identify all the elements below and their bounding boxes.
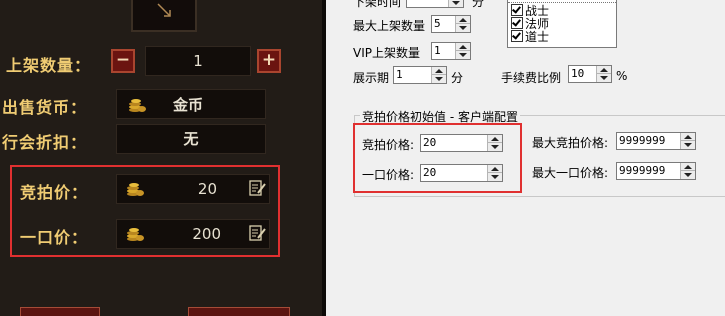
max-buyout-price-spinner[interactable]: 9999999 <box>616 162 696 180</box>
item-slot[interactable] <box>131 0 197 32</box>
spinner-arrows[interactable] <box>596 66 611 82</box>
vip-listings-spinner[interactable]: 1 <box>431 42 471 60</box>
spinner-arrows[interactable] <box>455 16 470 32</box>
currency-value: 金币 <box>173 96 204 114</box>
spinner-arrows[interactable] <box>431 67 446 83</box>
delist-time-unit: 分 <box>472 0 485 9</box>
currency-select[interactable]: 金币 <box>116 89 266 119</box>
spinner-arrows[interactable] <box>455 43 470 59</box>
game-auction-panel: 上架数量： − 1 + 出售货币： 金币 行会折扣： 无 竞拍价： 20 一口价… <box>0 0 326 316</box>
display-period-label: 展示期 <box>353 71 390 85</box>
edit-icon[interactable] <box>249 224 267 242</box>
bottom-button-right[interactable] <box>188 307 290 316</box>
buyout-price-spinner[interactable]: 20 <box>420 164 503 182</box>
quantity-label: 上架数量： <box>6 56 92 75</box>
spinner-arrows[interactable] <box>487 135 502 151</box>
coin-icon <box>127 183 144 196</box>
edit-icon[interactable] <box>249 179 267 197</box>
spinner-arrows[interactable] <box>680 163 695 179</box>
currency-label: 出售货币： <box>2 98 88 117</box>
quantity-input[interactable]: 1 <box>145 46 251 76</box>
fee-ratio-label: 手续费比例 <box>501 71 562 85</box>
guild-discount-label: 行会折扣： <box>2 133 88 152</box>
quantity-minus-button[interactable]: − <box>111 49 135 73</box>
max-listings-spinner[interactable]: 5 <box>431 15 471 33</box>
fee-ratio-unit: % <box>616 69 628 83</box>
display-period-spinner[interactable]: 1 <box>393 66 447 84</box>
spinner-arrows[interactable] <box>487 165 502 181</box>
buyout-price-label: 一口价格: <box>362 168 415 182</box>
bid-price-input[interactable]: 20 <box>116 174 270 204</box>
display-period-unit: 分 <box>451 71 464 85</box>
class-listbox[interactable]: 战士 法师 道士 <box>507 0 617 48</box>
delist-time-label: 下架时间 <box>353 0 402 9</box>
bid-price-spinner[interactable]: 20 <box>420 134 503 152</box>
coin-icon <box>127 228 144 241</box>
max-bid-price-spinner[interactable]: 9999999 <box>616 132 696 150</box>
quantity-plus-button[interactable]: + <box>257 49 281 73</box>
max-bid-price-label: 最大竞拍价格: <box>532 136 609 150</box>
guild-discount-value: 无 <box>116 124 266 154</box>
max-buyout-price-label: 最大一口价格: <box>532 166 609 180</box>
max-listings-label: 最大上架数量 <box>353 19 426 33</box>
buyout-price-label: 一口价： <box>20 228 89 247</box>
class-item-taoist[interactable]: 道士 <box>511 28 549 45</box>
vip-listings-label: VIP上架数量 <box>353 46 420 60</box>
bid-price-value: 20 <box>197 180 217 198</box>
coin-icon <box>129 99 146 112</box>
item-arrow-icon <box>157 3 171 17</box>
spinner-arrows[interactable] <box>680 133 695 149</box>
bid-price-label: 竞拍价格: <box>362 138 415 152</box>
bottom-button-left[interactable] <box>20 307 100 316</box>
buyout-price-value: 200 <box>192 225 221 243</box>
auction-config-dialog: 下架时间 分 最大上架数量 5 VIP上架数量 1 展示期 1 分 战士 法师 … <box>326 0 725 316</box>
delist-time-spinner[interactable] <box>406 0 464 8</box>
buyout-price-input[interactable]: 200 <box>116 219 270 249</box>
checkbox[interactable] <box>511 30 523 42</box>
fee-ratio-spinner[interactable]: 10 <box>568 65 612 83</box>
bid-price-label: 竞拍价： <box>20 183 89 202</box>
